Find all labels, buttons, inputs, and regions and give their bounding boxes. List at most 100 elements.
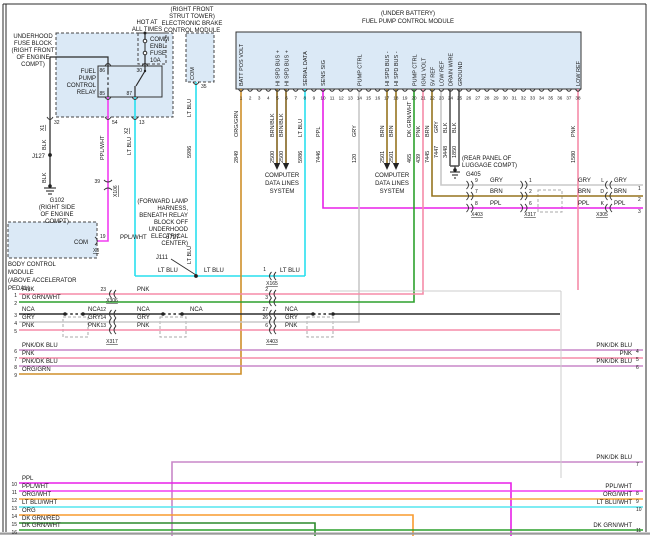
- module-pin-label: DRAIN WIRE: [449, 53, 455, 86]
- diagram-label: HARNESS,: [157, 206, 188, 212]
- module-pin-number: 29: [493, 96, 499, 101]
- diagram-label: GRY: [352, 125, 358, 137]
- diagram-label: 16: [11, 530, 17, 536]
- diagram-label: SYSTEM: [380, 189, 405, 195]
- label-underhood: UNDERHOOD: [13, 34, 53, 40]
- label-bcm-com: COM: [74, 240, 88, 246]
- diagram-label: PNK: [137, 287, 149, 293]
- diagram-label: 1: [529, 178, 532, 184]
- diagram-label: 6: [636, 365, 639, 371]
- diagram-label: 5: [636, 357, 639, 363]
- module-pin-number: 11: [330, 96, 335, 101]
- diagram-label: 5: [14, 329, 17, 335]
- diagram-label: LT BLU/WHT: [22, 500, 57, 506]
- diagram-label: PPL: [578, 201, 590, 207]
- diagram-label: X317: [524, 212, 536, 218]
- diagram-label: 14: [11, 514, 17, 520]
- module-pin-number: 30: [503, 96, 509, 101]
- diagram-label: 7: [475, 189, 478, 195]
- module-pin-number: 23: [439, 96, 445, 101]
- diagram-label: PNK/DK BLU: [22, 359, 58, 365]
- wire-pnk-439: [19, 89, 424, 295]
- splice-j111: [194, 274, 198, 278]
- diagram-label: BRN: [578, 189, 591, 195]
- diagram-label: COM: [190, 67, 196, 80]
- module-pin-number: 33: [530, 96, 536, 101]
- diagram-label: LT BLU/WHT: [597, 500, 632, 506]
- diagram-label: 54: [112, 120, 118, 126]
- diagram-label: SYSTEM: [270, 189, 295, 195]
- diagram-label: PNK: [416, 125, 422, 137]
- diagram-label: LT BLU: [187, 99, 193, 117]
- diagram-label: BRN: [614, 189, 627, 195]
- diagram-label: PNK: [88, 323, 100, 329]
- diagram-label: X3: [93, 248, 99, 254]
- diagram-label: 465: [407, 154, 413, 163]
- diagram-label: 2: [638, 197, 641, 203]
- diagram-label: LT BLU: [204, 268, 224, 274]
- diagram-label: 6: [529, 201, 532, 207]
- module-pin-label: HI SPD BUS -: [385, 51, 391, 86]
- diagram-label: 2: [529, 189, 532, 195]
- module-pin-label: SERIAL DATA: [303, 51, 309, 86]
- diagram-label: X305: [596, 212, 608, 218]
- diagram-label: 4: [636, 349, 639, 355]
- diagram-label: UNDERHOOD: [149, 227, 189, 233]
- diagram-label: CONTROL: [67, 83, 97, 89]
- diagram-label: 5986: [298, 151, 304, 163]
- diagram-label: ORG: [22, 508, 36, 514]
- diagram-label: 9: [475, 178, 478, 184]
- module-pin-number: 22: [430, 96, 436, 101]
- diagram-label: BRN: [425, 125, 431, 137]
- diagram-label: OF ENGINE: [16, 55, 49, 61]
- diagram-label: BRN: [389, 125, 395, 137]
- diagram-label: BRN: [490, 189, 503, 195]
- diagram-label: 2: [14, 301, 17, 307]
- diagram-label: K: [601, 201, 605, 207]
- diagram-label: 87: [126, 91, 132, 97]
- diagram-label: 3: [14, 313, 17, 319]
- diagram-label: 10A: [150, 58, 161, 64]
- diagram-label: G405: [466, 172, 481, 178]
- diagram-label: RELAY: [77, 90, 96, 96]
- nca-dot-1: [63, 312, 67, 316]
- diagram-label: 8: [14, 365, 17, 371]
- module-pin-number: 13: [348, 96, 354, 101]
- diagram-label: 1: [638, 186, 641, 192]
- wiring-diagram: UNDERHOODFUSE BLOCK(RIGHT FRONTOF ENGINE…: [0, 3, 650, 536]
- diagram-label: 14: [100, 315, 106, 321]
- diagram-label: DATA LINES: [265, 181, 299, 187]
- diagram-label: COMPT): [21, 62, 45, 68]
- label-forward-lamp: (FORWARD LAMP: [137, 199, 188, 205]
- diagram-label: LT BLU: [158, 268, 178, 274]
- diagram-label: 1580: [571, 151, 577, 163]
- module-pin-number: 26: [466, 96, 472, 101]
- module-pin-number: 7: [294, 96, 297, 101]
- module-pin-number: 1: [240, 96, 243, 101]
- diagram-label: DK GRN/RED: [22, 516, 60, 522]
- diagram-label: STRUT TOWER): [169, 14, 215, 20]
- diagram-label: PNK: [285, 323, 297, 329]
- diagram-label: 11: [12, 490, 17, 496]
- diagram-label: GRY: [22, 315, 35, 321]
- diagram-label: 3: [638, 209, 641, 215]
- diagram-label: ORG/WHT: [22, 492, 51, 498]
- label-g405: (REAR PANEL OF: [462, 156, 512, 162]
- label-ebcm: (RIGHT FRONT: [171, 7, 214, 13]
- diagram-label: 23: [100, 287, 106, 293]
- diagram-label: NCA: [285, 307, 298, 313]
- module-pin-number: 4: [267, 96, 270, 101]
- label-g102: G102: [50, 198, 65, 204]
- module-pin-number: 10: [320, 96, 326, 101]
- module-pin-number: 9: [313, 96, 316, 101]
- wiring-diagram-page: UNDERHOOD FUSE BLOCK (RIGHT FRONT OF ENGINE…: [0, 0, 650, 536]
- module-pin-label: HI SPD BUS +: [276, 50, 282, 86]
- diagram-label: PNK: [571, 125, 577, 137]
- diagram-label: PNK/DK BLU: [596, 455, 632, 461]
- label-hot-at: HOT AT: [136, 20, 157, 26]
- diagram-label: 9: [14, 373, 17, 379]
- diagram-label: 8: [636, 491, 639, 497]
- fuse-terminal-top: [142, 38, 148, 44]
- diagram-label: GRY: [88, 315, 101, 321]
- diagram-label: 12: [100, 307, 106, 313]
